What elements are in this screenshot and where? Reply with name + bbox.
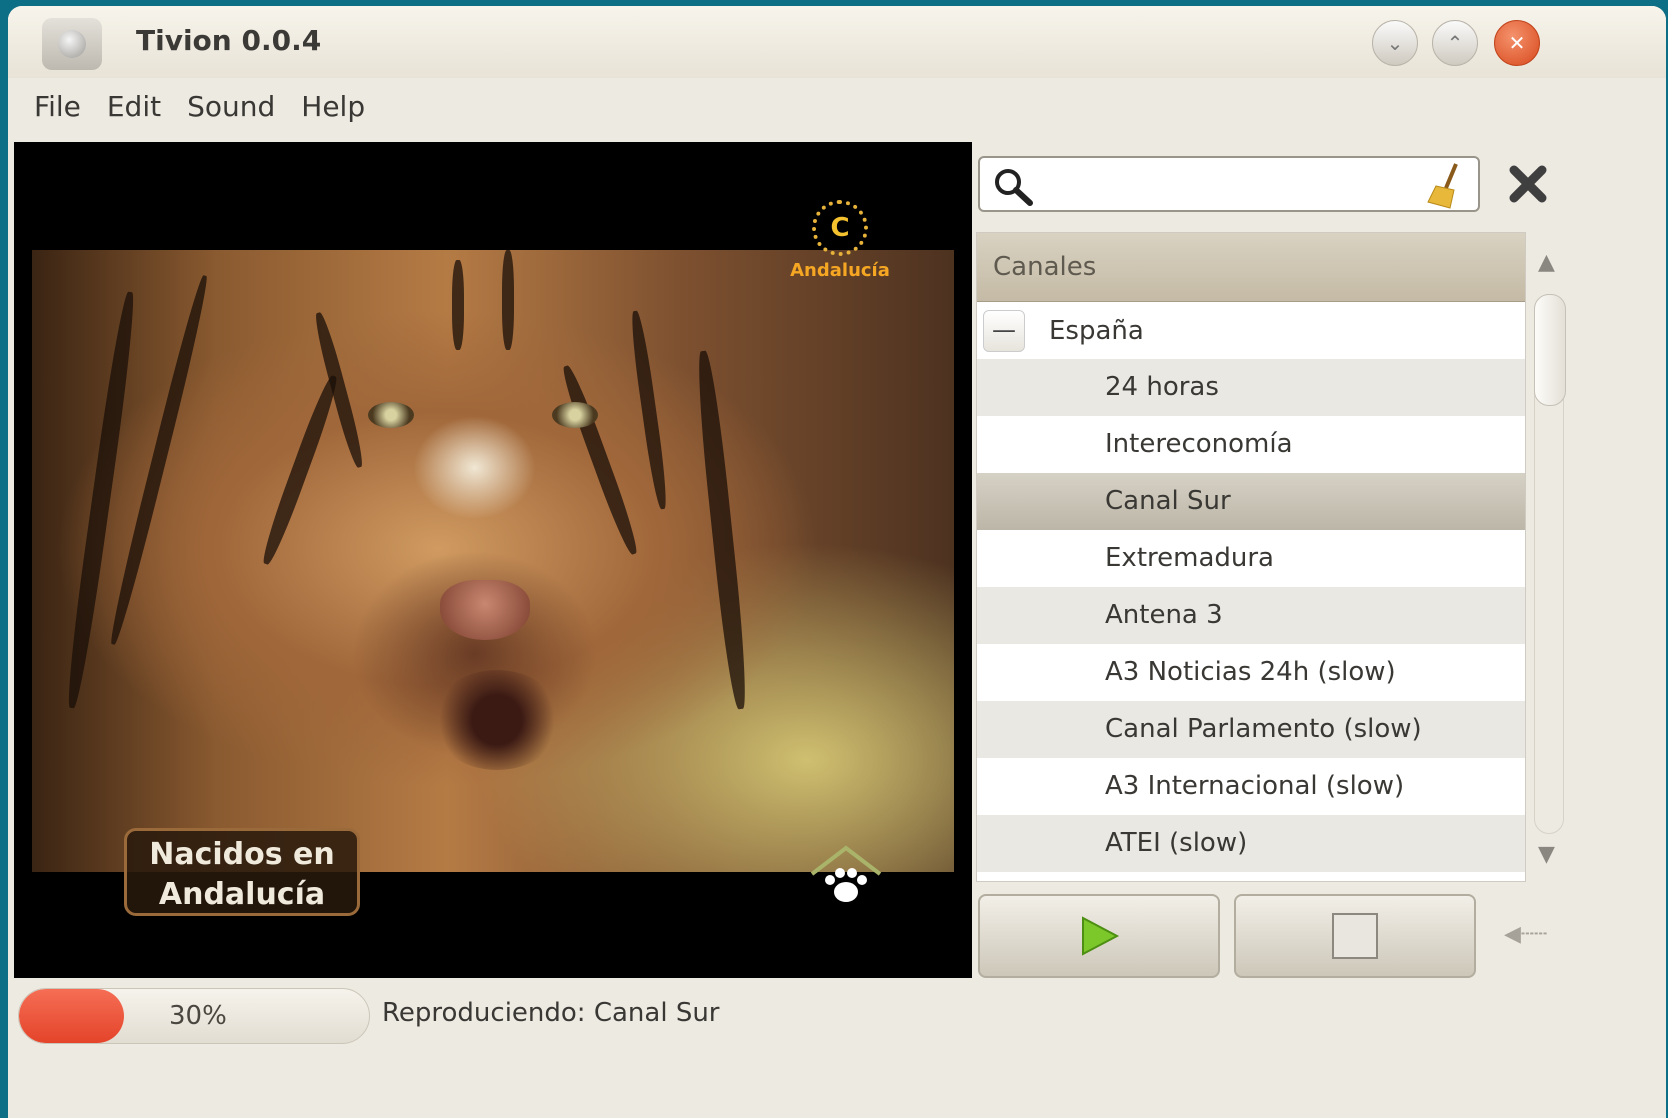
close-icon[interactable] [1504,160,1552,208]
maximize-button[interactable]: ⌃ [1432,20,1478,66]
video-frame [32,250,954,872]
paw-house-icon [810,845,882,902]
collapse-icon[interactable]: — [983,309,1025,352]
search-field[interactable] [978,156,1480,212]
list-item[interactable]: Canal Parlamento (slow) [977,701,1525,758]
group-label: España [1049,315,1144,346]
scroll-down-arrow-icon[interactable]: ▼ [1538,842,1555,867]
app-icon[interactable] [42,18,102,70]
chevron-down-icon: ⌄ [1386,31,1404,55]
chevron-up-icon: ⌃ [1446,31,1464,55]
column-header-canales[interactable]: Canales [977,233,1525,302]
vertical-scrollbar[interactable]: ▲ ▼ [1528,232,1568,882]
list-item-selected[interactable]: Canal Sur [977,473,1525,530]
scroll-up-arrow-icon[interactable]: ▲ [1538,250,1555,275]
tiger-eye-right [552,402,598,428]
app-window: Tivion 0.0.4 ⌄ ⌃ ✕ File Edit Sound Help [8,6,1666,1118]
stop-button[interactable] [1234,894,1476,978]
menu-sound[interactable]: Sound [177,84,285,136]
program-caption: Nacidos en Andalucía [124,828,360,916]
tiger-mouth [432,670,562,770]
menu-edit[interactable]: Edit [97,84,171,136]
list-item[interactable]: Intereconomía [977,416,1525,473]
play-icon [1082,916,1120,956]
broom-icon[interactable] [1426,162,1466,210]
video-player[interactable]: C Andalucía Nacidos en Andalucía [14,142,972,978]
progress-fill [19,989,124,1043]
minimize-button[interactable]: ⌄ [1372,20,1418,66]
menu-file[interactable]: File [24,84,91,136]
list-item[interactable]: ATEI (slow) [977,815,1525,872]
status-text: Reproduciendo: Canal Sur [382,998,720,1028]
progress-percent: 30% [169,1001,227,1031]
list-item[interactable]: Extremadura [977,530,1525,587]
close-icon: ✕ [1508,31,1526,55]
channel-logo: C Andalucía [790,200,890,300]
tiger-eye-left [368,402,414,428]
stop-icon [1332,913,1378,959]
menu-bar: File Edit Sound Help [24,84,375,136]
title-bar: Tivion 0.0.4 ⌄ ⌃ ✕ [8,6,1666,78]
volume-icon[interactable]: ◀┄┄ [1504,922,1547,947]
channel-list: Canales — España 24 horas Intereconomía … [976,232,1526,882]
search-icon [995,169,1033,206]
menu-help[interactable]: Help [291,84,375,136]
list-item[interactable]: 24 horas [977,359,1525,416]
caption-line-2: Andalucía [158,877,326,912]
play-button[interactable] [978,894,1220,978]
caption-line-1: Nacidos en [149,837,335,872]
list-item[interactable]: Antena 3 [977,587,1525,644]
group-row-espana[interactable]: — España [977,302,1525,359]
list-item[interactable]: A3 Internacional (slow) [977,758,1525,815]
status-bar: 30% Reproduciendo: Canal Sur [8,982,1666,1044]
channel-logo-mark: C [812,200,868,256]
list-item[interactable]: A3 Noticias 24h (slow) [977,644,1525,701]
window-title: Tivion 0.0.4 [136,24,322,57]
close-window-button[interactable]: ✕ [1494,20,1540,66]
channel-panel: Canales — España 24 horas Intereconomía … [976,142,1666,982]
scroll-thumb[interactable] [1534,294,1566,406]
tiger-nose [440,580,530,640]
search-input[interactable] [1040,164,1414,206]
channel-logo-text: Andalucía [790,260,890,281]
buffer-progress: 30% [18,988,370,1044]
